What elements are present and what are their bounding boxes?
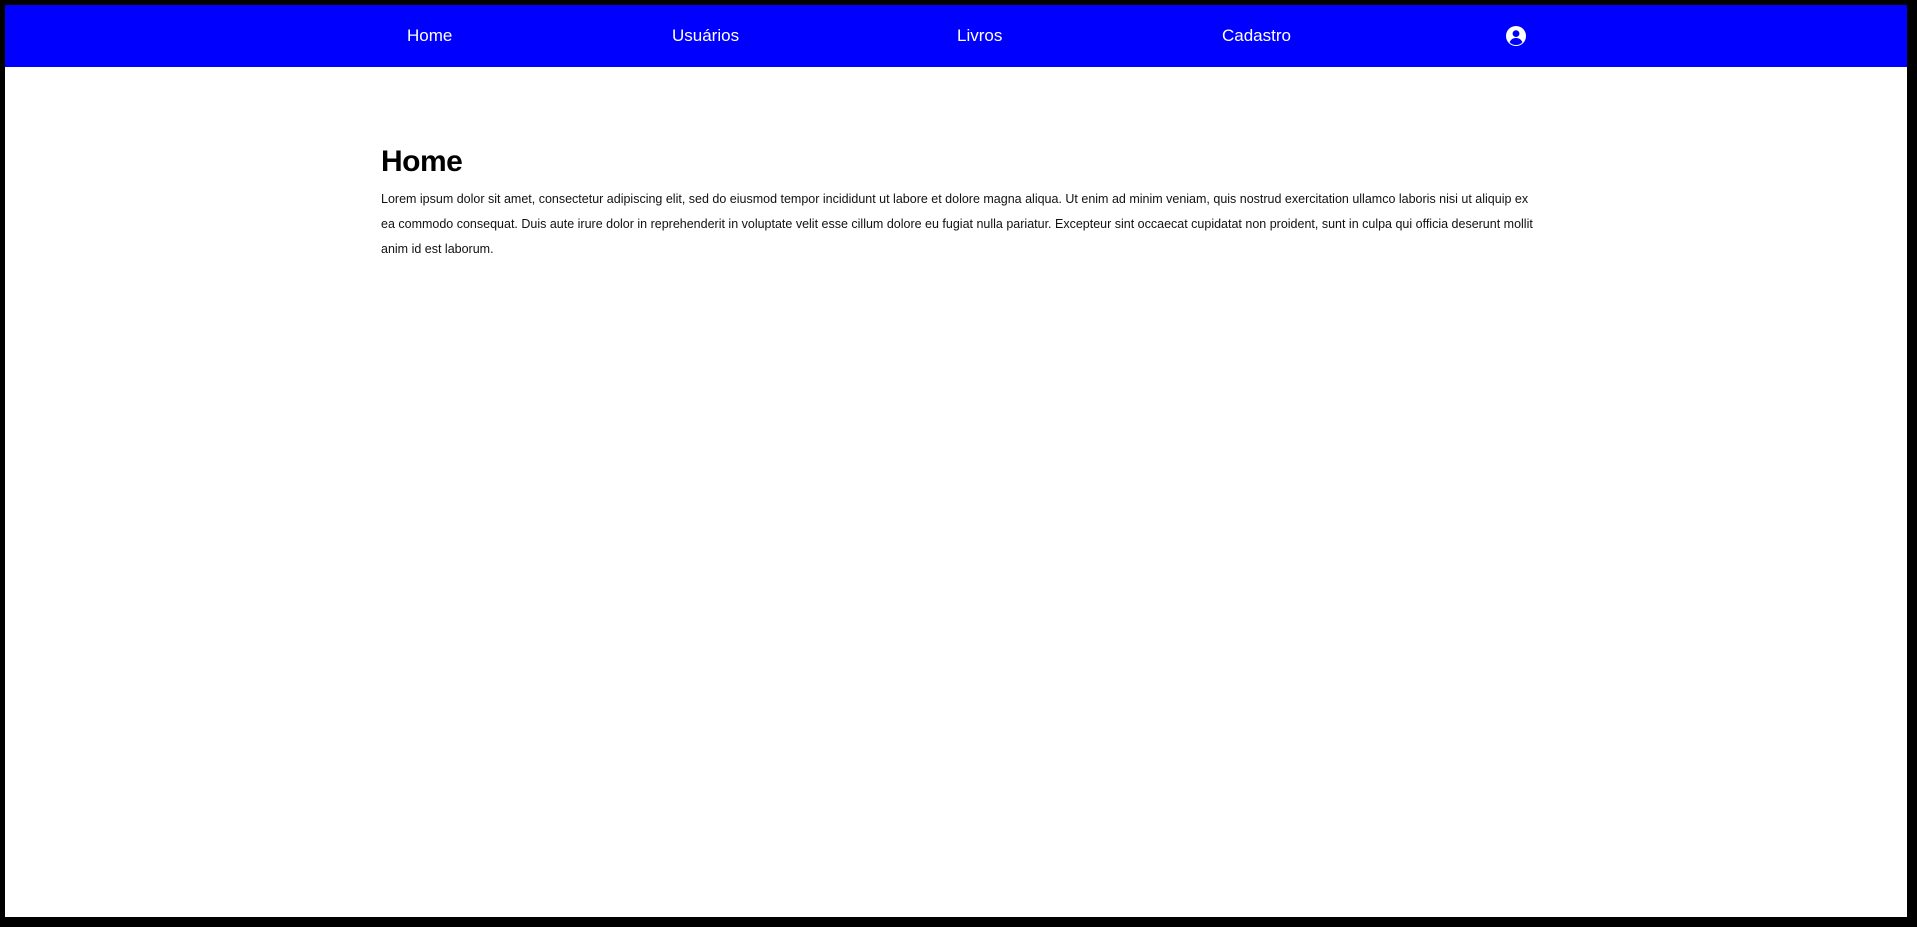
user-circle-icon[interactable] [1505, 25, 1527, 47]
app-window: Home Usuários Livros Cadastro Home Lorem… [5, 5, 1907, 917]
top-navbar: Home Usuários Livros Cadastro [5, 5, 1907, 67]
nav-link-cadastro[interactable]: Cadastro [1222, 5, 1291, 67]
page-title: Home [381, 145, 463, 178]
nav-link-home[interactable]: Home [407, 5, 452, 67]
page-body-text: Lorem ipsum dolor sit amet, consectetur … [381, 192, 1533, 256]
nav-link-usuarios[interactable]: Usuários [672, 5, 739, 67]
main-content: Home Lorem ipsum dolor sit amet, consect… [381, 145, 1541, 262]
nav-link-livros[interactable]: Livros [957, 5, 1002, 67]
